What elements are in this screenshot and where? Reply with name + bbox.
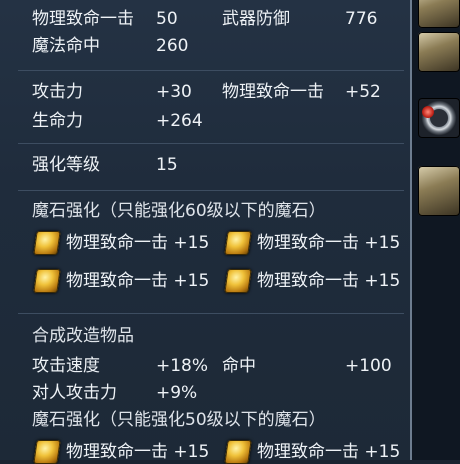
weapon-def-label: 武器防御: [222, 9, 290, 29]
accuracy-label: 命中: [222, 356, 256, 376]
manastone-icon[interactable]: [33, 231, 61, 255]
equipment-sidebar: [412, 0, 460, 460]
manastone-icon[interactable]: [224, 269, 252, 293]
phys-crit-value: 50: [156, 9, 178, 29]
manastone-slot: 物理致命一击 +15: [257, 271, 401, 291]
hp-value: +264: [156, 111, 203, 131]
item-tooltip-panel: 物理致命一击 50 武器防御 776 魔法命中 260 攻击力 +30 物理致命…: [0, 0, 412, 464]
atk-speed-value: +18%: [156, 356, 209, 376]
bonus-phys-crit-label: 物理致命一击: [222, 82, 324, 102]
divider: [18, 143, 404, 144]
accuracy-value: +100: [345, 356, 392, 376]
manastone-slot: 物理致命一击 +15: [66, 271, 210, 291]
enchant-value: 15: [156, 155, 178, 175]
divider: [18, 190, 404, 191]
hp-label: 生命力: [32, 111, 83, 131]
divider: [18, 313, 404, 314]
armor-icon[interactable]: [418, 32, 460, 72]
manastone-60-header: 魔石强化（只能强化60级以下的魔石）: [32, 201, 326, 221]
magic-acc-label: 魔法命中: [32, 36, 100, 56]
ring-icon[interactable]: [418, 98, 460, 138]
manastone-slot: 物理致命一击 +15: [257, 233, 401, 253]
weapon-def-value: 776: [345, 9, 378, 29]
pvp-atk-value: +9%: [156, 383, 198, 403]
manastone-slot: 物理致命一击 +15: [66, 442, 210, 462]
manastone-slot: 物理致命一击 +15: [66, 233, 210, 253]
enchant-label: 强化等级: [32, 155, 100, 175]
manastone-icon[interactable]: [224, 440, 252, 464]
bonus-phys-crit-value: +52: [345, 82, 381, 102]
atk-speed-label: 攻击速度: [32, 356, 100, 376]
manastone-icon[interactable]: [224, 231, 252, 255]
armor-icon[interactable]: [418, 0, 460, 28]
phys-crit-label: 物理致命一击: [32, 9, 134, 29]
divider: [18, 70, 404, 71]
magic-acc-value: 260: [156, 36, 189, 56]
manastone-icon[interactable]: [33, 440, 61, 464]
manastone-50-header: 魔石强化（只能强化50级以下的魔石）: [32, 410, 326, 430]
armor-icon[interactable]: [418, 166, 460, 216]
fusion-header: 合成改造物品: [32, 326, 134, 346]
pvp-atk-label: 对人攻击力: [32, 383, 117, 403]
manastone-slot: 物理致命一击 +15: [257, 442, 401, 462]
attack-label: 攻击力: [32, 82, 83, 102]
attack-value: +30: [156, 82, 192, 102]
manastone-icon[interactable]: [33, 269, 61, 293]
